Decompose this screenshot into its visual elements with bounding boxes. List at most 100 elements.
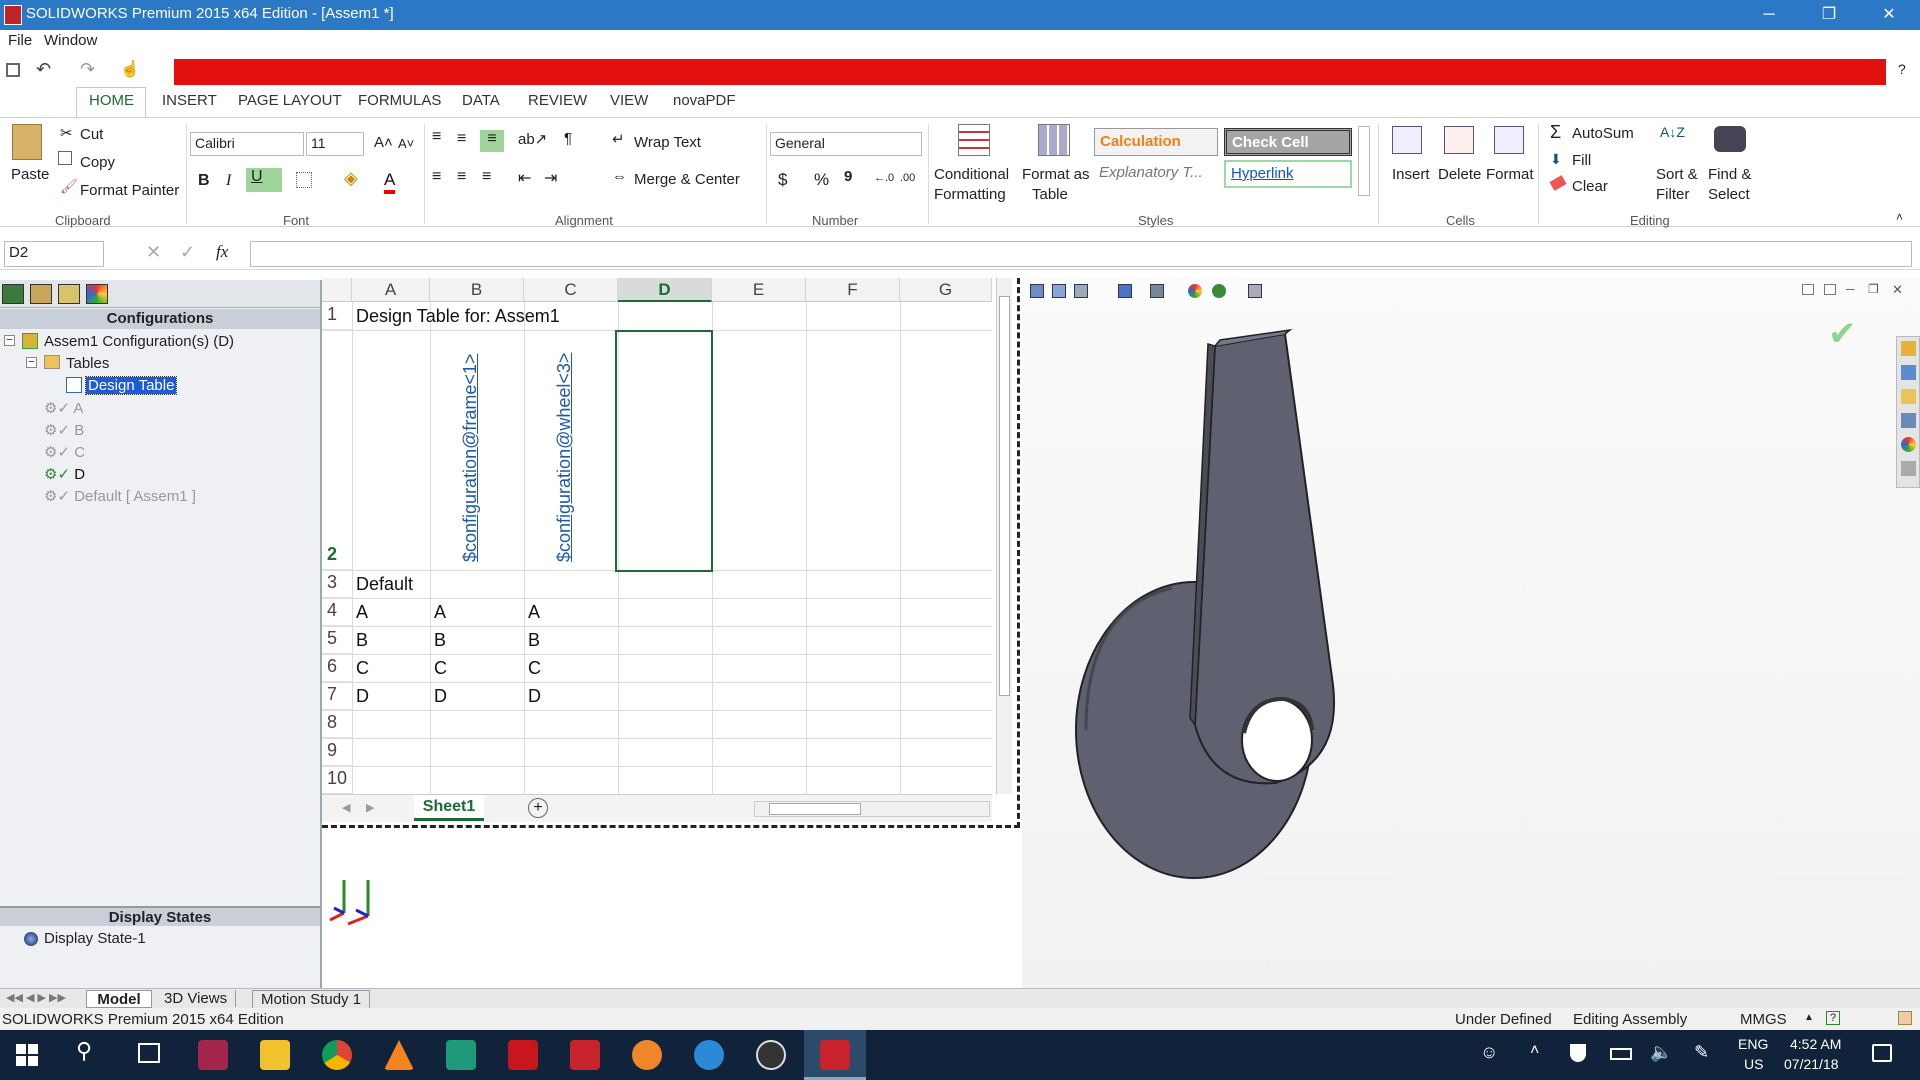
paste-button[interactable]: Paste — [11, 166, 49, 183]
show-hidden-icon[interactable]: ˄ — [1530, 1042, 1539, 1060]
style-calculation[interactable]: Calculation — [1094, 128, 1218, 156]
increase-indent-icon[interactable]: ⇥ — [544, 168, 557, 188]
row-header-4[interactable]: 4 — [322, 600, 352, 626]
row-header-6[interactable]: 6 — [322, 656, 352, 682]
fill-button[interactable]: Fill — [1572, 152, 1591, 169]
tab-formulas[interactable]: FORMULAS — [358, 92, 441, 109]
tab-scroll-icons[interactable]: ◀◀ ◀ ▶ ▶▶ — [6, 991, 66, 1004]
feature-tree-tab-icon[interactable] — [2, 284, 24, 304]
delete-cells-button[interactable]: Delete — [1438, 166, 1481, 183]
status-units[interactable]: MMGS — [1740, 1011, 1787, 1028]
style-explanatory[interactable]: Explanatory T... — [1094, 160, 1218, 188]
format-as-table-line1[interactable]: Format as — [1022, 166, 1090, 183]
task-view-icon[interactable] — [138, 1043, 160, 1063]
paragraph-icon[interactable]: ¶ — [564, 130, 572, 147]
fill-color-icon[interactable]: ◈ — [344, 168, 358, 189]
conditional-formatting-line2[interactable]: Formatting — [934, 186, 1006, 203]
insert-cells-button[interactable]: Insert — [1392, 166, 1430, 183]
status-flag-icon[interactable] — [1898, 1011, 1912, 1025]
chrome-icon[interactable] — [322, 1040, 352, 1070]
autosum-button[interactable]: AutoSum — [1572, 125, 1634, 142]
row-header-9[interactable]: 9 — [322, 740, 352, 766]
row-header-1[interactable]: 1 — [322, 304, 352, 330]
file-explorer-icon[interactable] — [260, 1040, 290, 1070]
cell-c2-header[interactable]: $configuration@wheel<3> — [554, 353, 575, 562]
row-header-10[interactable]: 10 — [322, 768, 352, 794]
region-indicator[interactable]: US — [1744, 1056, 1763, 1072]
app-blue-circle-icon[interactable] — [694, 1040, 724, 1070]
italic-button[interactable]: I — [226, 172, 231, 190]
solidworks-active-icon[interactable] — [820, 1040, 850, 1070]
format-as-table-line2[interactable]: Table — [1032, 186, 1068, 203]
column-header-d[interactable]: D — [618, 278, 712, 302]
tab-motion-study[interactable]: Motion Study 1 — [252, 990, 371, 1009]
display-state-item[interactable]: Display State-1 — [44, 930, 146, 947]
format-cells-button[interactable]: Format — [1486, 166, 1534, 183]
percent-button[interactable]: % — [814, 170, 829, 190]
increase-decimal-icon[interactable]: ←.0 — [874, 172, 894, 184]
sort-filter-line2[interactable]: Filter — [1656, 186, 1689, 203]
shrink-font-icon[interactable]: A˅ — [398, 136, 414, 151]
paste-icon[interactable] — [12, 124, 42, 160]
search-icon[interactable]: ⚲ — [76, 1038, 92, 1064]
redo-icon[interactable]: ↷ — [80, 59, 95, 80]
menu-file[interactable]: File — [8, 32, 32, 49]
cell-c4[interactable]: A — [528, 602, 540, 623]
font-name-select[interactable]: Calibri — [190, 132, 304, 156]
clear-button[interactable]: Clear — [1572, 178, 1608, 195]
tab-data[interactable]: DATA — [462, 92, 500, 109]
config-item-a[interactable]: ⚙✓ A — [44, 399, 83, 417]
formula-input[interactable] — [250, 241, 1912, 267]
next-sheet-icon[interactable]: ▶ — [366, 801, 374, 814]
enter-icon[interactable]: ✓ — [180, 242, 195, 263]
borders-icon[interactable] — [296, 172, 312, 188]
row-header-2[interactable]: 2 — [322, 544, 352, 570]
cell-b5[interactable]: B — [434, 630, 446, 651]
configuration-tab-icon[interactable] — [58, 284, 80, 304]
underline-button[interactable]: U — [246, 168, 282, 192]
orientation-icon[interactable]: ab↗ — [518, 130, 547, 148]
wrap-text-button[interactable]: Wrap Text — [634, 134, 701, 151]
cell-a3[interactable]: Default — [356, 574, 413, 595]
acrobat-icon[interactable] — [508, 1040, 538, 1070]
sort-filter-line1[interactable]: Sort & — [1656, 166, 1698, 183]
cell-b4[interactable]: A — [434, 602, 446, 623]
grow-font-icon[interactable]: A˄ — [374, 134, 393, 151]
cancel-icon[interactable]: ✕ — [146, 242, 161, 263]
column-header-g[interactable]: G — [900, 278, 992, 302]
tab-3d-views[interactable]: 3D Views — [156, 990, 237, 1007]
cell-a7[interactable]: D — [356, 686, 369, 707]
cell-b6[interactable]: C — [434, 658, 447, 679]
collapse-tables-icon[interactable]: − — [26, 357, 37, 368]
people-icon[interactable]: ☺ — [1480, 1042, 1498, 1063]
merge-center-button[interactable]: Merge & Center — [634, 171, 740, 188]
tab-home[interactable]: HOME — [89, 92, 134, 109]
row-header-3[interactable]: 3 — [322, 572, 352, 598]
sheet1-tab[interactable]: Sheet1 — [414, 795, 484, 821]
prev-sheet-icon[interactable]: ◀ — [342, 801, 350, 814]
cell-c6[interactable]: C — [528, 658, 541, 679]
winrar-icon[interactable] — [198, 1040, 228, 1070]
maximize-button[interactable]: ❐ — [1806, 0, 1852, 30]
format-painter-button[interactable]: Format Painter — [80, 182, 179, 199]
tab-novapdf[interactable]: novaPDF — [673, 92, 736, 109]
row-header-7[interactable]: 7 — [322, 684, 352, 710]
style-hyperlink[interactable]: Hyperlink — [1224, 160, 1352, 188]
config-item-b[interactable]: ⚙✓ B — [44, 421, 84, 439]
language-indicator[interactable]: ENG — [1738, 1036, 1768, 1052]
touch-icon[interactable]: ☝ — [120, 59, 140, 79]
cut-button[interactable]: Cut — [80, 126, 103, 143]
center-align-icon[interactable]: ≡ — [457, 168, 466, 186]
camtasia-icon[interactable] — [446, 1040, 476, 1070]
security-icon[interactable] — [1570, 1044, 1586, 1062]
name-box[interactable]: D2 — [4, 241, 104, 267]
property-tab-icon[interactable] — [30, 284, 52, 304]
close-button[interactable]: ✕ — [1866, 0, 1912, 30]
clock-date[interactable]: 07/21/18 — [1784, 1056, 1839, 1072]
tab-page-layout[interactable]: PAGE LAYOUT — [238, 92, 342, 109]
font-color-icon[interactable]: A — [384, 170, 396, 194]
vertical-scroll-thumb[interactable] — [999, 296, 1010, 696]
tab-view[interactable]: VIEW — [610, 92, 648, 109]
config-item-d-active[interactable]: ⚙✓ D — [44, 465, 85, 483]
clock-time[interactable]: 4:52 AM — [1790, 1036, 1841, 1052]
